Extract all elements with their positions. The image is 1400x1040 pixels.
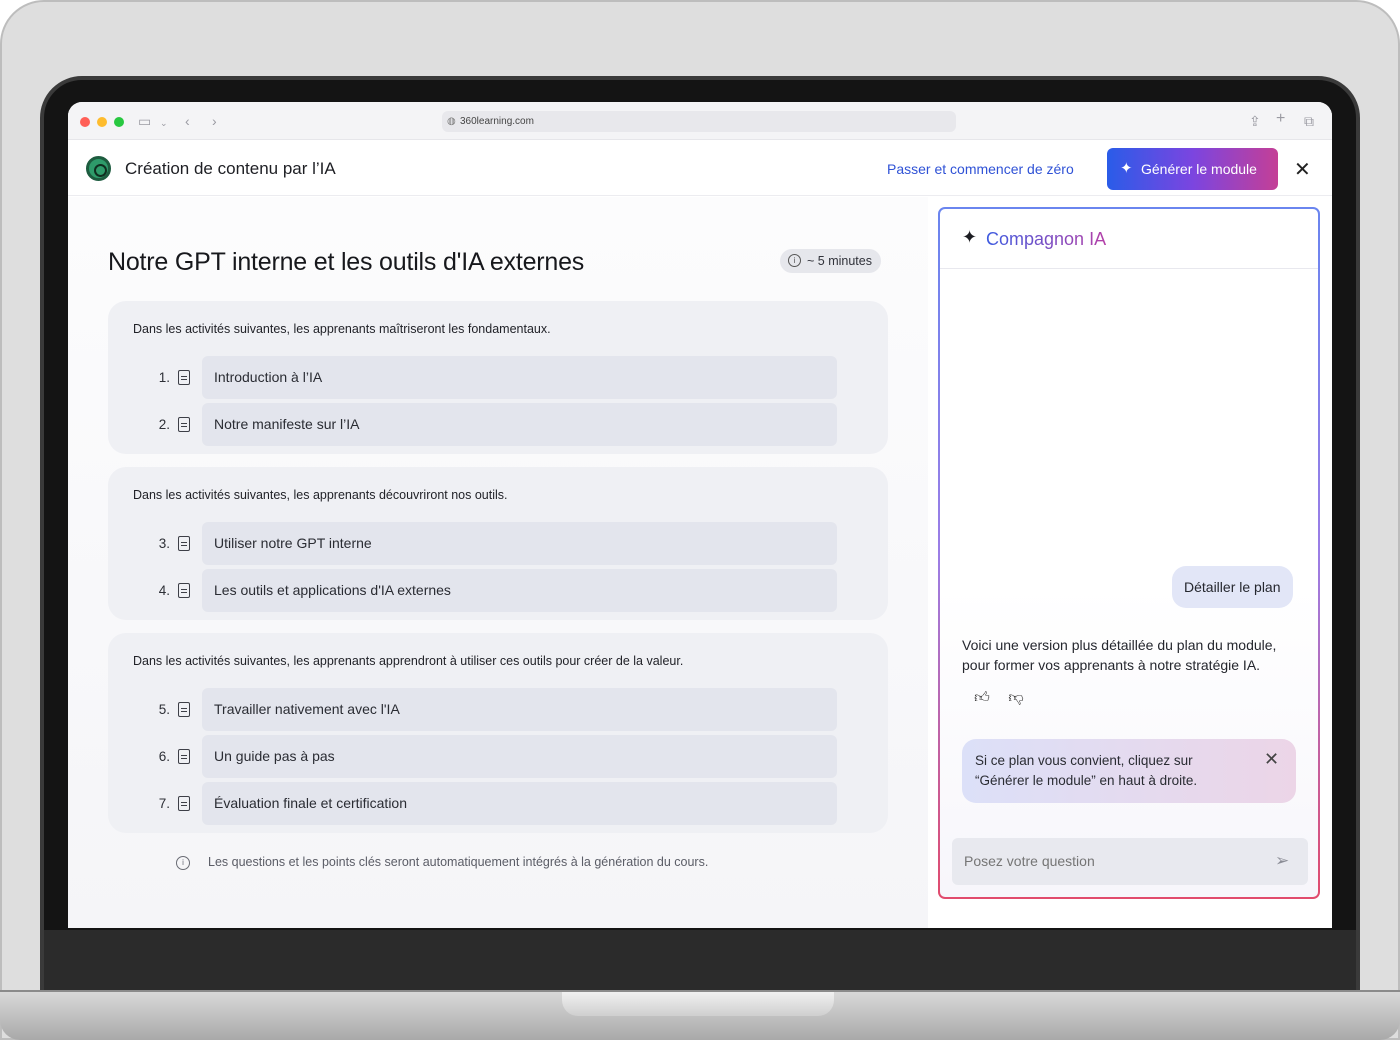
close-tip-icon[interactable]: ✕ [1264,749,1279,770]
document-icon [178,796,190,811]
close-window-button[interactable] [80,117,90,127]
activity-number: 2. [158,417,170,432]
activity-row: 5. Travailler nativement avec l'IA [152,688,852,731]
minimize-window-button[interactable] [97,117,107,127]
activity-title-field[interactable]: Les outils et applications d'IA externes [202,569,837,612]
screen: ▭ ⌄ ‹ › ◍ 360learning.com ⇪ + ⧉ Création… [68,102,1332,928]
browser-toolbar: ▭ ⌄ ‹ › ◍ 360learning.com ⇪ + ⧉ [68,102,1332,140]
info-icon: i [176,856,190,870]
document-icon [178,536,190,551]
ai-companion-header: ✦ Compagnon IA [940,209,1318,269]
app-title: Création de contenu par l’IA [125,159,336,178]
activity-number: 5. [158,702,170,717]
forward-icon[interactable]: › [212,112,217,130]
question-input[interactable] [952,838,1308,885]
activity-title-field[interactable]: Évaluation finale et certification [202,782,837,825]
activity-title-field[interactable]: Un guide pas à pas [202,735,837,778]
logo-icon [86,156,111,181]
activity-number: 3. [158,536,170,551]
activity-number: 7. [158,796,170,811]
section-3: Dans les activités suivantes, les appren… [108,633,888,833]
duration-badge: i ~ 5 minutes [780,249,881,273]
activity-row: 2. Notre manifeste sur l’IA [152,403,852,446]
maximize-window-button[interactable] [114,117,124,127]
document-icon [178,417,190,432]
activity-title-field[interactable]: Utiliser notre GPT interne [202,522,837,565]
laptop-notch [562,992,834,1016]
activity-title-field[interactable]: Notre manifeste sur l’IA [202,403,837,446]
activity-row: 4. Les outils et applications d'IA exter… [152,569,852,612]
info-icon: i [788,254,801,267]
url-text: 360learning.com [460,116,534,127]
send-icon[interactable]: ➢ [1275,851,1289,871]
section-2: Dans les activités suivantes, les appren… [108,467,888,620]
activity-title-field[interactable]: Travailler nativement avec l'IA [202,688,837,731]
tip-banner: Si ce plan vous convient, cliquez sur “G… [962,739,1296,803]
activity-number: 1. [158,370,170,385]
activity-number: 4. [158,583,170,598]
chevron-down-icon[interactable]: ⌄ [160,114,168,132]
app-header: Création de contenu par l’IA Passer et c… [68,140,1332,196]
generate-module-button[interactable]: ✦ Générer le module [1107,148,1278,190]
document-icon [178,702,190,717]
thumbs-down-icon[interactable]: 👎︎ [1006,689,1026,709]
document-icon [178,583,190,598]
activity-row: 6. Un guide pas à pas [152,735,852,778]
generate-module-label: Générer le module [1141,161,1257,177]
activity-row: 1. Introduction à l’IA [152,356,852,399]
activity-row: 7. Évaluation finale et certification [152,782,852,825]
footnote: i Les questions et les points clés seron… [176,855,709,870]
document-icon [178,370,190,385]
back-icon[interactable]: ‹ [185,112,190,130]
share-icon[interactable]: ⇪ [1249,112,1261,130]
tip-text: Si ce plan vous convient, cliquez sur “G… [975,753,1198,788]
duration-text: ~ 5 minutes [807,254,872,268]
activity-row: 3. Utiliser notre GPT interne [152,522,852,565]
user-message: Détailler le plan [1172,566,1293,608]
ai-companion-panel: ✦ Compagnon IA Détailler le plan Voici u… [938,207,1320,899]
tabs-overview-icon[interactable]: ⧉ [1304,112,1314,130]
globe-icon: ◍ [447,116,456,127]
ai-companion-title: Compagnon IA [986,229,1107,249]
sparkle-icon: ✦ [962,227,978,247]
new-tab-icon[interactable]: + [1276,110,1285,128]
section-label: Dans les activités suivantes, les appren… [133,654,684,668]
section-label: Dans les activités suivantes, les appren… [133,322,551,336]
module-outline: Notre GPT interne et les outils d'IA ext… [68,197,928,928]
sidebar-toggle-icon[interactable]: ▭ [138,112,151,130]
activity-number: 6. [158,749,170,764]
laptop-bezel-bottom [44,930,1356,992]
section-label: Dans les activités suivantes, les appren… [133,488,508,502]
assistant-message: Voici une version plus détaillée du plan… [962,637,1277,673]
section-1: Dans les activités suivantes, les appren… [108,301,888,454]
sparkle-icon: ✦ [1120,160,1133,177]
ai-companion-body: ✦ Compagnon IA Détailler le plan Voici u… [940,209,1318,897]
footnote-text: Les questions et les points clés seront … [208,855,709,869]
close-icon[interactable]: ✕ [1294,157,1311,182]
document-icon [178,749,190,764]
skip-and-start-link[interactable]: Passer et commencer de zéro [887,161,1074,177]
activity-title-field[interactable]: Introduction à l’IA [202,356,837,399]
page-title: Notre GPT interne et les outils d'IA ext… [108,248,585,276]
address-bar[interactable]: ◍ 360learning.com [442,111,956,132]
thumbs-up-icon[interactable]: 👍︎ [972,689,992,709]
